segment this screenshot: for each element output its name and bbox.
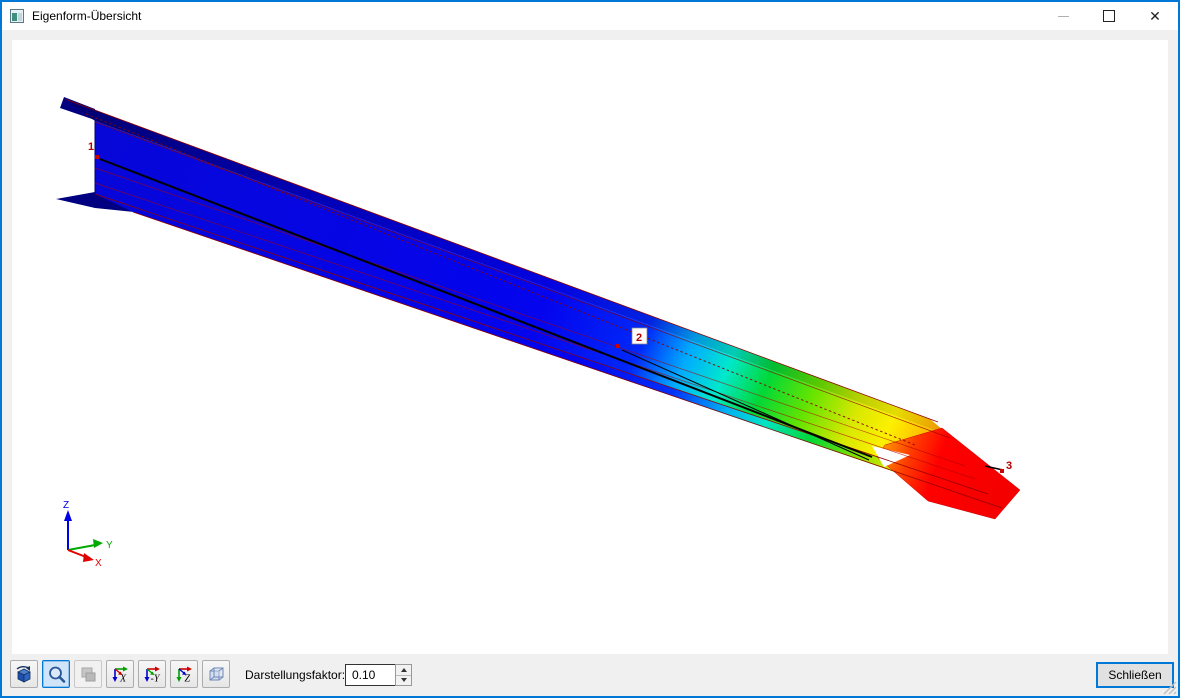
member-axis-line — [99, 158, 873, 458]
view-x-letter: X — [119, 674, 127, 685]
view-z-button[interactable]: Z — [170, 660, 198, 688]
arrow-up-icon — [400, 667, 407, 672]
rotate-view-button[interactable] — [10, 660, 38, 688]
minimize-icon — [1057, 15, 1069, 17]
view-minus-y-letter: -Y — [151, 674, 161, 685]
title-bar: Eigenform-Übersicht ✕ — [2, 2, 1178, 30]
rotate-3d-icon — [16, 666, 31, 683]
display-factor-label: Darstellungsfaktor: — [245, 668, 346, 682]
coordinate-axes: Z Y X — [63, 500, 113, 569]
top-flange-band — [65, 99, 950, 436]
node-label[interactable]: 3 — [1006, 460, 1012, 472]
view-x-icon: X — [112, 666, 128, 685]
arrow-down-icon — [400, 678, 407, 683]
spinner-up-button[interactable] — [396, 665, 411, 676]
zoom-button[interactable] — [42, 660, 70, 688]
pan-button-disabled — [74, 660, 102, 688]
node-marker[interactable] — [616, 344, 620, 348]
bottom-toolbar: X -Y Z Darstellungsfaktor: 0.10 Schließe… — [2, 654, 1178, 696]
close-icon: ✕ — [1149, 8, 1161, 24]
node-marker[interactable] — [95, 155, 99, 159]
maximize-icon — [1103, 10, 1115, 22]
isometric-cube-icon — [209, 667, 224, 681]
view-x-button[interactable]: X — [106, 660, 134, 688]
axis-z-label: Z — [63, 500, 69, 511]
view-z-icon: Z — [176, 666, 192, 685]
viewport-3d[interactable]: 1 2 3 Z Y X — [12, 40, 1168, 654]
close-window-button[interactable]: ✕ — [1132, 2, 1178, 30]
node-label[interactable]: 1 — [88, 141, 94, 153]
view-z-letter: Z — [185, 674, 191, 685]
display-factor-input[interactable] — [345, 664, 395, 686]
magnifier-icon — [49, 666, 66, 683]
window-title: Eigenform-Übersicht — [32, 9, 142, 23]
minimize-button — [1040, 2, 1086, 30]
pan-icon — [81, 667, 96, 682]
resize-grip[interactable] — [1163, 681, 1177, 695]
axis-y-label: Y — [106, 540, 113, 551]
node-marker[interactable] — [1000, 469, 1004, 473]
twisted-tip — [876, 427, 1021, 520]
beam-member — [56, 97, 1021, 520]
node-label[interactable]: 2 — [636, 332, 642, 344]
axis-x-label: X — [95, 558, 102, 569]
spinner-down-button[interactable] — [396, 675, 411, 685]
mode-shape-rendering: 1 2 3 Z Y X — [56, 97, 1021, 569]
dialog-window: Eigenform-Übersicht ✕ 1 2 3 Z Y X X -Y Z… — [0, 0, 1180, 698]
maximize-button[interactable] — [1086, 2, 1132, 30]
view-minus-y-button[interactable]: -Y — [138, 660, 166, 688]
isometric-view-button[interactable] — [202, 660, 230, 688]
app-icon — [10, 9, 24, 23]
display-factor-spinner — [395, 664, 412, 686]
view-minus-y-icon: -Y — [144, 666, 161, 685]
